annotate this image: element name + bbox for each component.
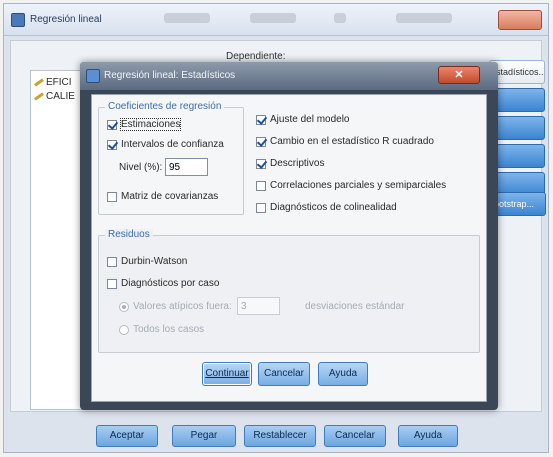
outliers-label: Valores atípicos fuera: [133, 301, 232, 312]
continue-button[interactable]: Continuar [202, 362, 252, 386]
r-squared-change-option[interactable]: Cambio en el estadístico R cuadrado [256, 136, 434, 147]
residuals-group: Residuos Durbin-Watson Diagnósticos por … [98, 229, 480, 353]
all-cases-option: Todos los casos [119, 324, 204, 335]
confidence-intervals-checkbox[interactable] [107, 139, 117, 150]
r-squared-change-checkbox[interactable] [256, 136, 266, 147]
continue-button-label: Continuar [205, 368, 249, 379]
model-fit-checkbox[interactable] [256, 114, 266, 125]
dialog-close-button[interactable]: ✕ [438, 66, 480, 84]
scale-variable-icon [34, 92, 44, 101]
descriptives-checkbox[interactable] [256, 158, 266, 169]
dialog-title: Regresión lineal: Estadísticos [104, 70, 236, 81]
reset-button[interactable]: Restablecer [244, 425, 316, 447]
r-squared-change-label: Cambio en el estadístico R cuadrado [270, 136, 434, 147]
model-fit-label: Ajuste del modelo [270, 114, 350, 125]
confidence-intervals-option[interactable]: Intervalos de confianza [107, 139, 224, 150]
all-cases-radio [119, 324, 129, 335]
titlebar-background-item [250, 13, 296, 23]
dialog-cancel-button[interactable]: Cancelar [258, 362, 310, 386]
titlebar-background-item [396, 13, 452, 23]
variable-name: CALIE [46, 91, 75, 102]
part-partial-correlations-label: Correlaciones parciales y semiparciales [270, 180, 447, 191]
coefficients-group: Coeficientes de regresión Estimaciones I… [98, 101, 244, 215]
app-icon [11, 13, 25, 27]
model-fit-option[interactable]: Ajuste del modelo [256, 114, 350, 125]
ok-button[interactable]: Aceptar [96, 425, 158, 447]
collinearity-diagnostics-label: Diagnósticos de colinealidad [270, 202, 397, 213]
estimates-option[interactable]: Estimaciones [107, 118, 182, 131]
bottom-button-bar: Aceptar Pegar Restablecer Cancelar Ayuda [4, 414, 550, 452]
level-input[interactable] [165, 158, 208, 176]
part-partial-correlations-option[interactable]: Correlaciones parciales y semiparciales [256, 180, 446, 191]
durbin-watson-option[interactable]: Durbin-Watson [107, 256, 187, 267]
help-button[interactable]: Ayuda [398, 425, 458, 447]
dialog-titlebar[interactable]: Regresión lineal: Estadísticos ✕ [80, 62, 498, 90]
window-close-button[interactable] [498, 10, 542, 30]
confidence-intervals-label: Intervalos de confianza [121, 139, 224, 150]
collinearity-diagnostics-checkbox[interactable] [256, 202, 266, 213]
paste-button[interactable]: Pegar [172, 425, 236, 447]
scale-variable-icon [34, 78, 44, 87]
statistics-dialog: Regresión lineal: Estadísticos ✕ Coefici… [80, 62, 498, 410]
casewise-diagnostics-label: Diagnósticos por caso [121, 278, 220, 289]
covariance-matrix-option[interactable]: Matriz de covarianzas [107, 191, 218, 202]
covariance-matrix-label: Matriz de covarianzas [121, 191, 219, 202]
titlebar-background-item [334, 13, 346, 23]
estimates-checkbox[interactable] [107, 119, 117, 130]
dialog-help-button[interactable]: Ayuda [318, 362, 368, 386]
variable-name: EFICI [46, 77, 72, 88]
titlebar-background-item [164, 13, 210, 23]
casewise-diagnostics-option[interactable]: Diagnósticos por caso [107, 278, 219, 289]
dialog-app-icon [86, 69, 100, 83]
level-label: Nivel (%): [119, 162, 163, 173]
covariance-matrix-checkbox[interactable] [107, 191, 117, 202]
dependent-label: Dependiente: [226, 51, 286, 62]
collinearity-diagnostics-option[interactable]: Diagnósticos de colinealidad [256, 202, 397, 213]
residuals-group-title: Residuos [105, 229, 153, 240]
all-cases-label: Todos los casos [133, 324, 205, 335]
descriptives-option[interactable]: Descriptivos [256, 158, 324, 169]
durbin-watson-checkbox[interactable] [107, 256, 117, 267]
window-titlebar[interactable]: Regresión lineal [4, 4, 548, 36]
list-item[interactable]: EFICI [34, 77, 72, 88]
descriptives-label: Descriptivos [270, 158, 325, 169]
part-partial-correlations-checkbox[interactable] [256, 180, 266, 191]
cancel-button[interactable]: Cancelar [324, 425, 386, 447]
outliers-radio [119, 301, 129, 312]
coefficients-group-title: Coeficientes de regresión [105, 101, 225, 112]
list-item[interactable]: CALIE [34, 91, 75, 102]
outliers-input [237, 297, 280, 315]
dialog-body: Coeficientes de regresión Estimaciones I… [91, 94, 487, 402]
casewise-diagnostics-checkbox[interactable] [107, 278, 117, 289]
outliers-option: Valores atípicos fuera: [119, 301, 232, 312]
outliers-units-label: desviaciones estándar [305, 301, 405, 312]
estimates-label: Estimaciones [119, 118, 182, 131]
durbin-watson-label: Durbin-Watson [121, 256, 188, 267]
window-title: Regresión lineal [30, 14, 102, 25]
